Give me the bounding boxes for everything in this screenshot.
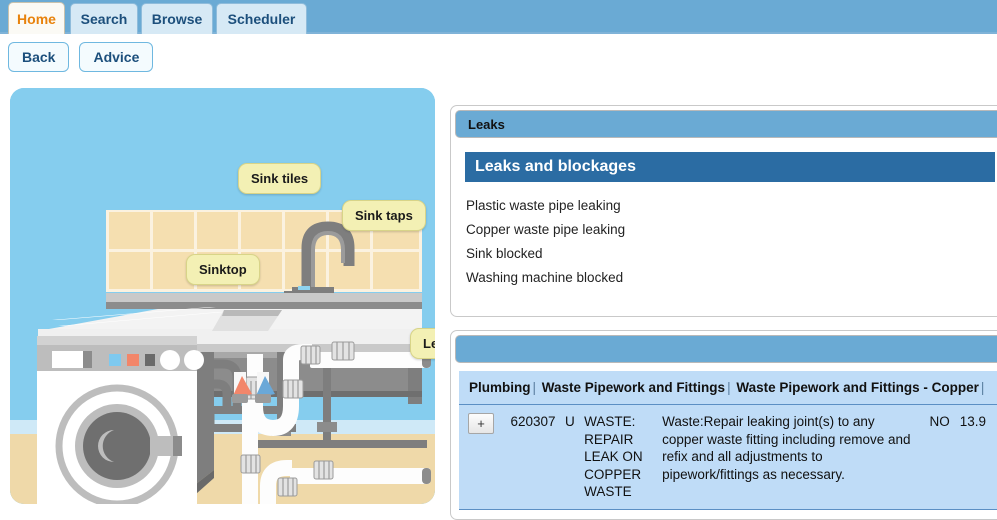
tab-home-label: Home [17, 10, 56, 27]
washing-machine-group [37, 336, 204, 504]
smm-results-panel: Plumbing | Waste Pipework and Fittings | W… [450, 330, 997, 520]
breadcrumb-item-waste-pipework-and-fittings[interactable]: Waste Pipework and Fittings [542, 380, 725, 395]
fault-item-copper-waste-pipe-leaking[interactable]: Copper waste pipe leaking [465, 218, 995, 242]
row-description: Waste:Repair leaking joint(s) to any cop… [658, 404, 921, 510]
kitchen-diagram-svg [10, 88, 435, 504]
sor-results-table: + 620307 U WASTE: REPAIR LEAK ON COPPER … [459, 404, 997, 510]
hotspot-leaks-label: Leaks [423, 336, 435, 351]
hotspot-leaks[interactable]: Leaks [410, 328, 435, 359]
tab-scheduler-label: Scheduler [227, 11, 296, 27]
hotspot-sink-taps[interactable]: Sink taps [342, 200, 426, 231]
leaks-panel: Leaks Leaks and blockages Plastic waste … [450, 105, 997, 317]
leaks-panel-header-label: Leaks [468, 116, 505, 132]
tab-browse-label: Browse [151, 11, 203, 27]
breadcrumb-separator-2: | [727, 380, 731, 395]
hotspot-sink-taps-label: Sink taps [355, 208, 413, 223]
action-toolbar: Back Advice [8, 42, 154, 72]
row-rate: 13.9 [953, 404, 997, 510]
leaks-panel-body: Leaks and blockages Plastic waste pipe l… [451, 138, 997, 300]
fault-item-washing-machine-blocked[interactable]: Washing machine blocked [465, 266, 995, 290]
tab-browse[interactable]: Browse [141, 3, 213, 34]
smm-panel-header [455, 335, 997, 363]
row-short-description: WASTE: REPAIR LEAK ON COPPER WASTE [580, 404, 659, 510]
row-flag: U [559, 404, 581, 510]
row-expand-cell: + [459, 404, 494, 510]
hotspot-sink-tiles[interactable]: Sink tiles [238, 163, 322, 194]
breadcrumb-item-plumbing[interactable]: Plumbing [469, 380, 531, 395]
breadcrumb: Plumbing | Waste Pipework and Fittings | W… [459, 371, 997, 405]
tab-home[interactable]: Home [8, 2, 65, 34]
section-title-leaks-and-blockages: Leaks and blockages [465, 152, 995, 182]
main-tab-bar: Home Search Browse Scheduler [0, 0, 997, 34]
breadcrumb-separator-3: | [980, 380, 985, 395]
expand-row-button[interactable]: + [468, 413, 494, 435]
fault-list: Plastic waste pipe leaking Copper waste … [465, 194, 995, 290]
tab-search[interactable]: Search [70, 3, 138, 34]
hotspot-sinktop-label: Sinktop [199, 262, 247, 277]
breadcrumb-item-waste-pipework-and-fittings-copper[interactable]: Waste Pipework and Fittings - Copper [736, 380, 979, 395]
back-button[interactable]: Back [8, 42, 70, 72]
row-unit-of-measure: NO [920, 404, 954, 510]
kitchen-diagram[interactable]: Sink tiles Sink taps Sinktop Leaks [10, 88, 435, 504]
hotspot-sink-tiles-label: Sink tiles [251, 171, 309, 186]
smm-panel-body: Plumbing | Waste Pipework and Fittings | W… [451, 363, 997, 510]
table-row[interactable]: + 620307 U WASTE: REPAIR LEAK ON COPPER … [459, 404, 997, 510]
fault-item-sink-blocked[interactable]: Sink blocked [465, 242, 995, 266]
tab-search-label: Search [80, 11, 128, 27]
breadcrumb-separator-1: | [532, 380, 537, 395]
advice-button[interactable]: Advice [79, 42, 154, 72]
row-sor-code: 620307 [493, 404, 560, 510]
fault-item-plastic-waste-pipe-leaking[interactable]: Plastic waste pipe leaking [465, 194, 995, 218]
hotspot-sinktop[interactable]: Sinktop [186, 254, 260, 285]
tab-scheduler[interactable]: Scheduler [216, 3, 307, 34]
leaks-panel-header: Leaks [455, 110, 997, 138]
